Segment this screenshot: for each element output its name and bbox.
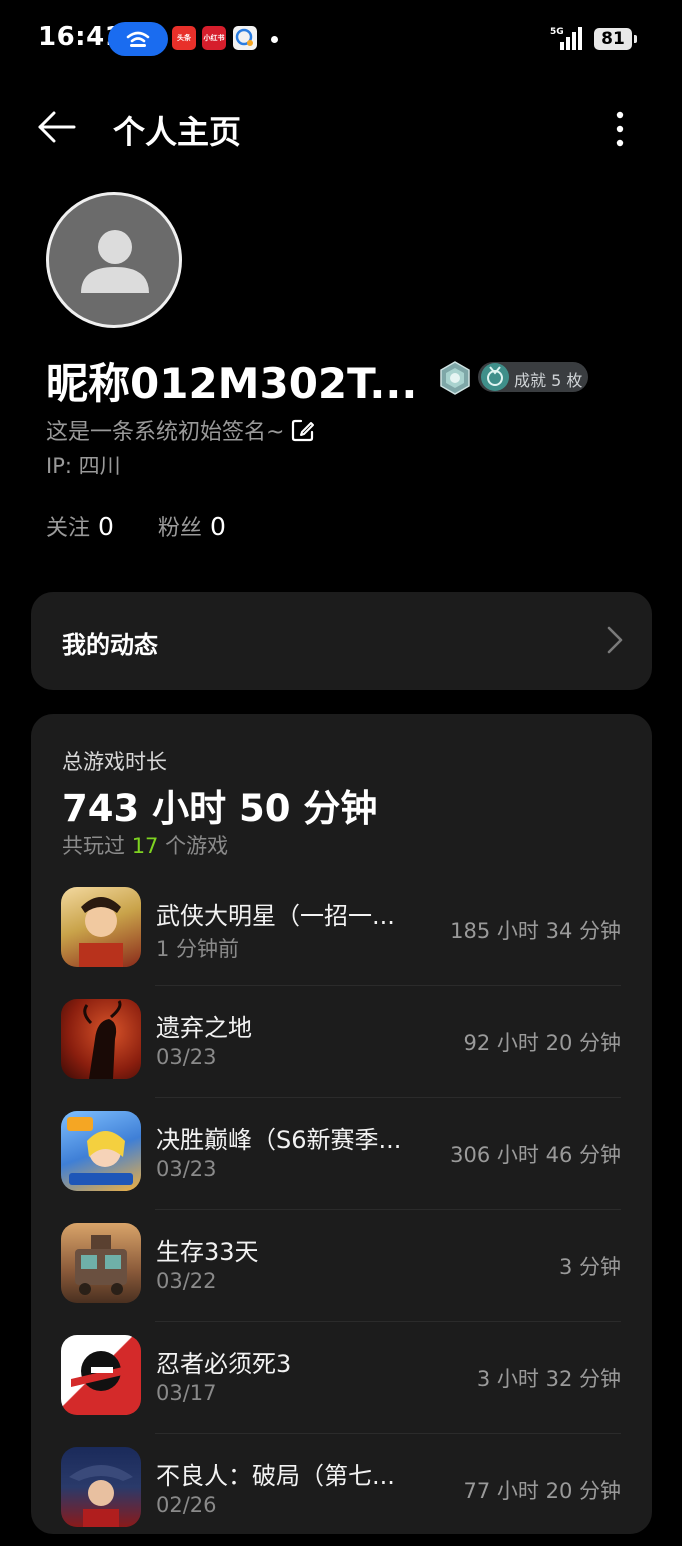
game-name: 遗弃之地	[156, 1014, 252, 1042]
game-time-card: 总游戏时长 743 小时 50 分钟 共玩过 17 个游戏 武侠大明星（一招一.…	[31, 714, 652, 1534]
played-prefix: 共玩过	[62, 834, 125, 858]
default-user-icon	[81, 230, 149, 293]
level-gem-icon[interactable]	[437, 360, 473, 396]
game-last-played: 1 分钟前	[156, 937, 240, 961]
medal-icon	[481, 363, 509, 391]
game-row[interactable]: 武侠大明星（一招一... 1 分钟前 185 小时 34 分钟	[31, 874, 652, 986]
played-count: 17	[131, 834, 159, 858]
achievement-badge[interactable]: 成就 5 枚	[478, 362, 588, 392]
total-playtime-value: 743 小时 50 分钟	[62, 787, 378, 830]
top-app-bar: 个人主页	[0, 95, 682, 161]
ninja-must-die-game-icon	[61, 1335, 141, 1415]
game-row[interactable]: 生存33天 03/22 3 分钟	[31, 1210, 652, 1322]
my-posts-card[interactable]: 我的动态	[31, 592, 652, 690]
game-row[interactable]: 忍者必须死3 03/17 3 小时 32 分钟	[31, 1322, 652, 1434]
signature-row[interactable]: 这是一条系统初始签名~	[46, 414, 316, 446]
signature-text: 这是一条系统初始签名~	[46, 420, 285, 445]
game-last-played: 03/22	[156, 1269, 217, 1293]
game-last-played: 03/23	[156, 1157, 217, 1181]
wifi-hotspot-icon	[126, 31, 150, 47]
page-title: 个人主页	[113, 113, 242, 151]
game-row[interactable]: 决胜巅峰（S6新赛季... 03/23 306 小时 46 分钟	[31, 1098, 652, 1210]
games-played-summary: 共玩过 17 个游戏	[62, 830, 228, 860]
game-list: 武侠大明星（一招一... 1 分钟前 185 小时 34 分钟 遗弃之地 03/…	[31, 874, 652, 1546]
xiaohongshu-notification-icon: 小红书	[202, 26, 226, 50]
game-last-played: 03/17	[156, 1381, 217, 1405]
toutiao-notification-icon: 头条	[172, 26, 196, 50]
battery-indicator: 81	[594, 28, 637, 50]
followers-label[interactable]: 粉丝	[158, 510, 202, 542]
game-playtime: 77 小时 20 分钟	[463, 1479, 621, 1503]
game-name: 不良人：破局（第七...	[156, 1462, 395, 1490]
survive-33-days-game-icon	[61, 1223, 141, 1303]
following-count[interactable]: 0	[98, 512, 114, 541]
hotspot-pill[interactable]	[108, 22, 168, 56]
peak-moba-game-icon	[61, 1111, 141, 1191]
played-suffix: 个游戏	[165, 834, 229, 858]
back-arrow-icon[interactable]	[36, 109, 76, 145]
game-last-played: 02/26	[156, 1493, 217, 1517]
more-options-icon[interactable]	[608, 109, 632, 149]
nickname: 昵称012M302T...	[46, 359, 418, 408]
game-row[interactable]: 遗弃之地 03/23 92 小时 20 分钟	[31, 986, 652, 1098]
total-playtime-label: 总游戏时长	[62, 750, 167, 774]
followers-count[interactable]: 0	[210, 512, 226, 541]
cellular-signal-icon: 5G	[550, 27, 582, 50]
game-playtime: 185 小时 34 分钟	[450, 919, 621, 943]
follow-stats: 关注 0 粉丝 0	[46, 510, 270, 542]
status-bar: 16:41 头条 小红书 5G 81	[0, 0, 682, 80]
svg-text:5G: 5G	[550, 27, 564, 37]
achievement-count: 成就 5 枚	[514, 371, 583, 390]
buliangren-game-icon	[61, 1447, 141, 1527]
game-playtime: 3 小时 32 分钟	[476, 1367, 621, 1391]
wuxia-game-icon	[61, 887, 141, 967]
game-name: 生存33天	[156, 1238, 259, 1266]
game-name: 决胜巅峰（S6新赛季...	[156, 1126, 402, 1154]
chevron-right-icon	[607, 626, 623, 654]
more-notifications-dot	[271, 36, 278, 43]
following-label[interactable]: 关注	[46, 510, 90, 542]
game-playtime: 306 小时 46 分钟	[450, 1143, 621, 1167]
edit-icon[interactable]	[290, 417, 316, 443]
game-last-played: 03/23	[156, 1045, 217, 1069]
avatar[interactable]	[46, 192, 182, 328]
game-row[interactable]: 不良人：破局（第七... 02/26 77 小时 20 分钟	[31, 1434, 652, 1546]
app-notification-icon	[233, 26, 257, 50]
game-name: 忍者必须死3	[156, 1350, 292, 1378]
my-posts-label: 我的动态	[62, 631, 158, 659]
game-playtime: 3 分钟	[558, 1255, 621, 1279]
game-playtime: 92 小时 20 分钟	[463, 1031, 621, 1055]
game-name: 武侠大明星（一招一...	[156, 902, 395, 930]
ip-location: IP: 四川	[46, 454, 121, 478]
abandoned-land-game-icon	[61, 999, 141, 1079]
